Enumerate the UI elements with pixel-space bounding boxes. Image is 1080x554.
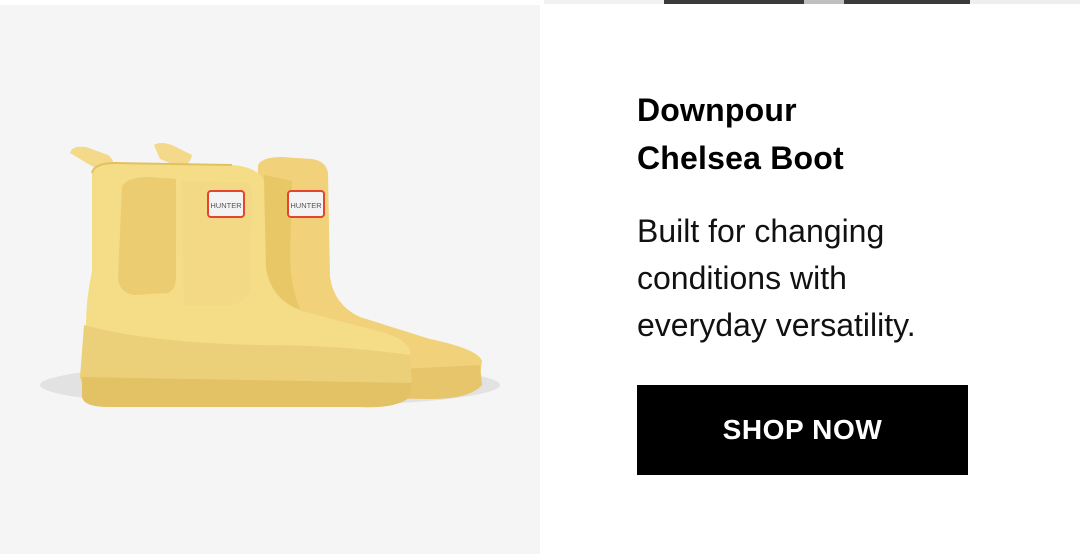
product-image[interactable]: HUNTER HUNTER xyxy=(0,5,540,554)
product-title: Downpour Chelsea Boot xyxy=(637,86,1057,182)
chelsea-boot-image: HUNTER HUNTER xyxy=(40,143,500,408)
product-description-line-2: conditions with xyxy=(637,260,847,296)
front-boot-label: HUNTER xyxy=(210,201,242,210)
back-boot-label: HUNTER xyxy=(290,201,322,210)
product-description: Built for changing conditions with every… xyxy=(637,208,1057,349)
shop-now-button[interactable]: SHOP NOW xyxy=(637,385,968,475)
product-description-line-1: Built for changing xyxy=(637,213,885,249)
product-info: Downpour Chelsea Boot Built for changing… xyxy=(637,86,1057,349)
product-title-line-1: Downpour xyxy=(637,92,797,128)
product-title-line-2: Chelsea Boot xyxy=(637,140,844,176)
front-boot: HUNTER xyxy=(70,146,412,408)
product-description-line-3: everyday versatility. xyxy=(637,307,916,343)
